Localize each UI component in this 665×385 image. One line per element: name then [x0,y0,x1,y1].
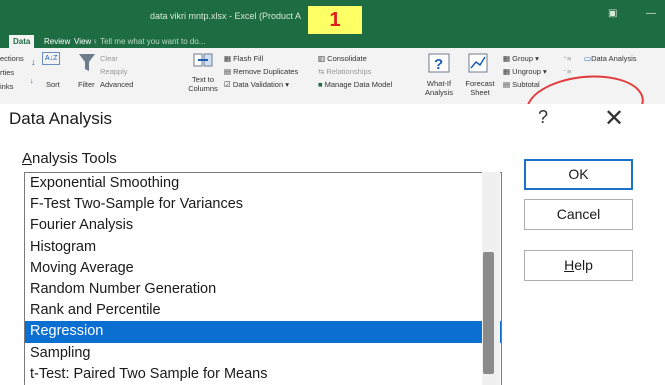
list-item[interactable]: Rank and Percentile [25,300,501,321]
text-to-columns-icon[interactable] [192,50,214,70]
remove-duplicates-label: Remove Duplicates [233,67,299,76]
hide-detail-icon[interactable]: ⁻≡ [563,67,571,76]
list-item[interactable]: Exponential Smoothing [25,173,501,194]
data-analysis-button[interactable]: ▭Data Analysis [584,54,637,63]
analysis-tools-label: Analysis Tools [22,150,117,167]
list-item[interactable]: Moving Average [25,258,501,279]
sort-az-icon[interactable]: A↓Z [42,52,61,65]
data-validation-button[interactable]: ☑ Data Validation ▾ [224,80,289,89]
analysis-tools-listbox[interactable]: Exponential Smoothing F-Test Two-Sample … [24,172,502,385]
list-item[interactable]: t-Test: Paired Two Sample for Means [25,364,501,385]
svg-text:?: ? [434,56,443,73]
svg-text:↓: ↓ [31,57,36,67]
close-icon[interactable]: ✕ [604,104,624,134]
list-item[interactable]: F-Test Two-Sample for Variances [25,194,501,215]
consolidate-button[interactable]: ▥ Consolidate [318,54,367,63]
what-if-icon[interactable]: ? [428,52,450,74]
forecast-sheet-button[interactable]: Forecast Sheet [464,79,496,97]
advanced-button[interactable]: Advanced [100,80,133,89]
analysis-tools-text: nalysis Tools [32,150,117,167]
tell-me-search[interactable]: ♀ Tell me what you want to do... [92,35,205,48]
annotation-badge: 1 [308,6,362,34]
data-model-icon: ■ [318,80,323,89]
minimize-icon[interactable]: — [646,8,656,19]
properties-label[interactable]: rties [0,68,14,77]
title-bar: data vikri mntp.xlsx - Excel (Product A … [0,0,665,34]
remove-duplicates-button[interactable]: ▤ Remove Duplicates [224,67,298,76]
list-item[interactable]: Fourier Analysis [25,215,501,236]
filter-button[interactable]: Filter [78,80,95,89]
what-if-analysis-button[interactable]: What-If Analysis [420,79,458,97]
subtotal-label: Subtotal [512,80,540,89]
group-label: Group [512,54,534,63]
edit-links-label[interactable]: inks [0,82,13,91]
ribbon: ections rties inks ↓ A↓Z ↓ Sort Filter C… [0,48,665,141]
help-icon[interactable]: ? [538,107,548,128]
sort-z-icon[interactable]: ↓ [30,76,34,85]
connections-label[interactable]: ections [0,54,24,63]
data-validation-label: Data Validation [232,80,284,89]
data-analysis-label: Data Analysis [591,54,637,63]
clear-button[interactable]: Clear [100,54,118,63]
list-item[interactable]: Histogram [25,237,501,258]
relationships-label: Relationships [326,67,372,76]
flash-fill-button[interactable]: ▦ Flash Fill [224,54,263,63]
analysis-tools-accel: A [22,150,33,167]
manage-data-model-button[interactable]: ■ Manage Data Model [318,80,392,89]
forecast-sheet-icon[interactable] [468,52,488,74]
filter-funnel-icon[interactable] [78,52,96,74]
show-detail-icon[interactable]: ⁺≡ [563,54,571,63]
help-button-text: elp [574,257,593,273]
flash-fill-label: Flash Fill [233,54,264,63]
subtotal-button[interactable]: ▤ Subtotal [503,80,540,89]
scrollbar-thumb[interactable] [483,252,494,374]
ungroup-button[interactable]: ▦ Ungroup ▾ [503,67,547,76]
relationships-button[interactable]: ⇆ Relationships [318,67,371,76]
consolidate-label: Consolidate [327,54,367,63]
manage-data-model-label: Manage Data Model [324,80,393,89]
restore-icon[interactable]: ▣ [608,8,617,19]
window-title: data vikri mntp.xlsx - Excel (Product A [150,11,302,21]
data-analysis-dialog: Data Analysis ? ✕ Analysis Tools Exponen… [0,104,665,385]
sort-button[interactable]: Sort [46,80,60,89]
ribbon-tabs: Data Review View ♀ Tell me what you want… [0,34,665,48]
help-button-accel: H [564,257,575,273]
list-item-selected[interactable]: Regression [25,321,501,343]
cancel-button[interactable]: Cancel [524,199,633,230]
tab-data[interactable]: Data [9,35,35,48]
list-item[interactable]: Random Number Generation [25,279,501,300]
reapply-button[interactable]: Reapply [100,67,128,76]
ungroup-label: Ungroup [512,67,541,76]
dialog-title: Data Analysis [9,109,112,128]
list-item[interactable]: Sampling [25,343,501,364]
text-to-columns-button[interactable]: Text to Columns [186,75,220,93]
ok-button[interactable]: OK [524,159,633,190]
help-button[interactable]: Help [524,250,633,281]
group-button[interactable]: ▦ Group ▾ [503,54,539,63]
